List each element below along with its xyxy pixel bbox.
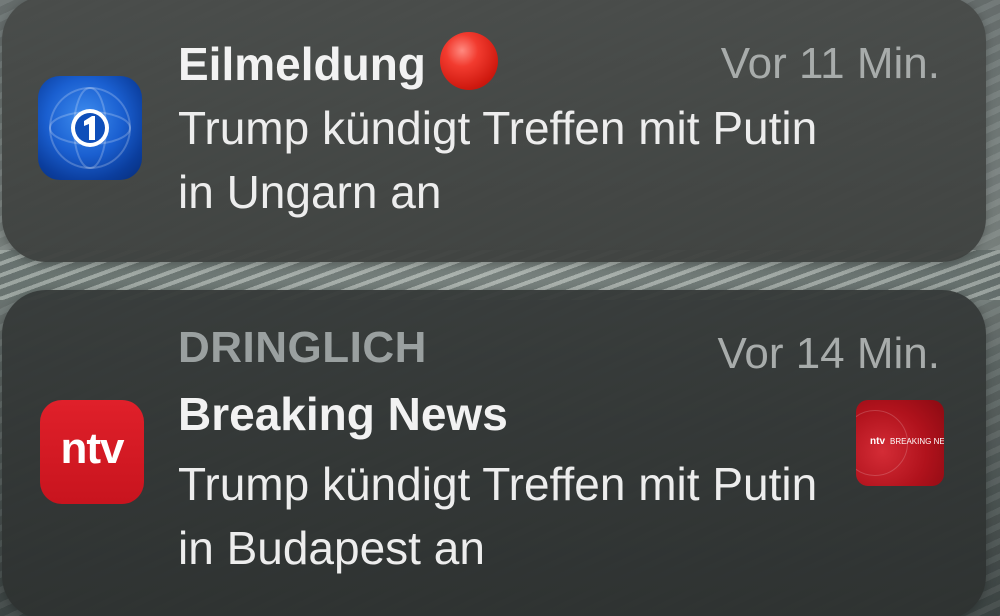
notification-urgency-label: DRINGLICH xyxy=(178,323,427,372)
tagesschau-globe-icon xyxy=(49,87,131,169)
red-circle-icon xyxy=(439,32,498,90)
notification-card-eilmeldung[interactable]: Eilmeldung Vor 11 Min. Trump kündigt Tre… xyxy=(2,0,986,262)
notification-title-text: Eilmeldung xyxy=(178,38,426,90)
notification-title: Eilmeldung xyxy=(178,32,498,92)
notification-title: Breaking News xyxy=(178,388,508,440)
notification-timestamp: Vor 14 Min. xyxy=(717,329,940,378)
notification-thumbnail[interactable]: ntv BREAKING NE xyxy=(856,400,944,486)
notification-card-breaking-news[interactable]: ntv DRINGLICH Vor 14 Min. Breaking News … xyxy=(2,290,986,616)
thumbnail-caption: BREAKING NE xyxy=(890,437,944,446)
ntv-app-icon: ntv xyxy=(40,400,144,504)
tagesschau-app-icon xyxy=(38,76,142,180)
notification-timestamp: Vor 11 Min. xyxy=(720,39,940,88)
notification-body: Trump kündigt Treffen mit Putin in Ungar… xyxy=(178,102,818,218)
ntv-logo: ntv xyxy=(60,424,125,473)
notification-body: Trump kündigt Treffen mit Putin in Budap… xyxy=(178,458,818,574)
thumbnail-logo: ntv xyxy=(870,436,885,447)
